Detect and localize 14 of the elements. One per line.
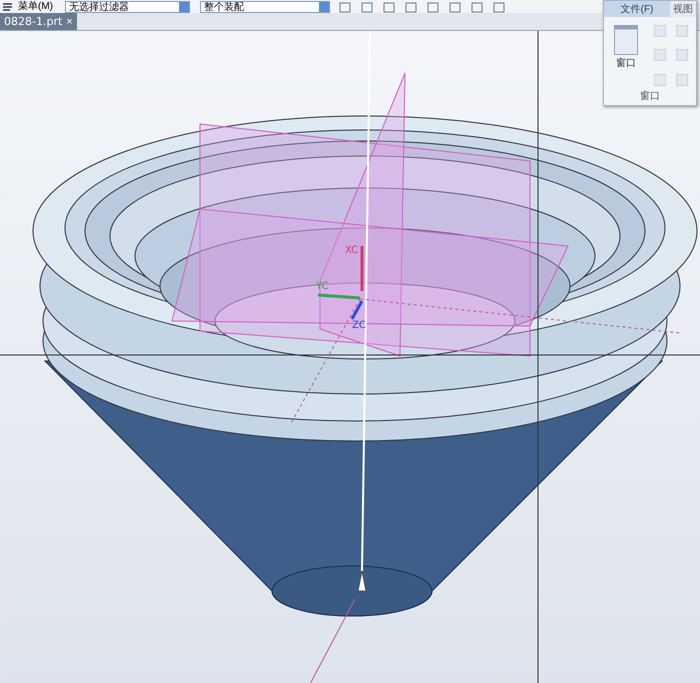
window-button[interactable]: 窗口	[614, 25, 638, 89]
menu-button[interactable]: 菜单(M)	[2, 1, 53, 13]
filter-dropdown[interactable]: 整个装配	[200, 1, 330, 13]
window-icon	[614, 25, 638, 55]
axis-label: YC	[316, 281, 329, 292]
close-button[interactable]: ×	[66, 16, 73, 28]
filter-dropdown[interactable]: 无选择过滤器	[65, 1, 190, 13]
ribbon-tab[interactable]: 视图	[670, 1, 696, 17]
axis-label: ZC	[352, 320, 366, 331]
axis-label: XC	[345, 245, 358, 256]
group-label: 窗口	[639, 90, 661, 104]
ribbon-tab[interactable]: 文件(F)	[604, 1, 670, 17]
tab-label: 0828-1.prt	[4, 15, 62, 28]
document-tab[interactable]: 0828-1.prt ×	[0, 13, 77, 30]
